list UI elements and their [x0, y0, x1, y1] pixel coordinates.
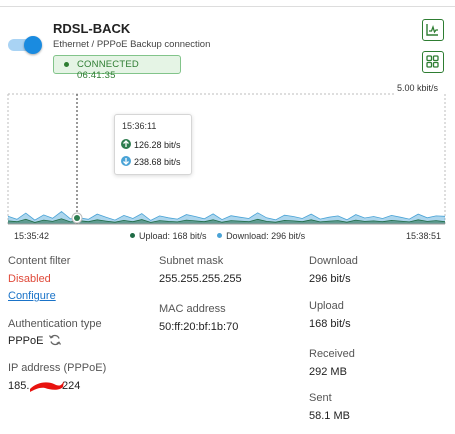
legend-upload: Upload: 168 bit/s [139, 231, 207, 241]
auth-type-label: Authentication type [8, 318, 102, 330]
received-label: Received [309, 348, 355, 360]
received-value: 292 MB [309, 366, 347, 378]
top-divider [0, 6, 455, 7]
connection-description: Ethernet / PPPoE Backup connection [53, 39, 211, 50]
content-filter-label: Content filter [8, 255, 71, 267]
chart-x-end-label: 15:38:51 [406, 231, 442, 241]
sent-value: 58.1 MB [309, 410, 350, 422]
ip-address-prefix: 185. [8, 380, 30, 392]
traffic-chart[interactable] [0, 82, 455, 230]
line-chart-icon [426, 24, 438, 36]
tooltip-time: 15:36:11 [122, 121, 157, 131]
status-text: CONNECTED 06:41:35 [77, 59, 139, 81]
download-value: 296 bit/s [309, 273, 351, 285]
sent-label: Sent [309, 392, 332, 404]
redaction-mark [30, 381, 64, 392]
status-dot-icon [64, 62, 69, 67]
subnet-mask-label: Subnet mask [159, 255, 224, 267]
connection-name: RDSL-BACK [53, 21, 131, 36]
upload-label: Upload [309, 300, 344, 312]
hover-marker [74, 215, 80, 221]
grid-view-icon [426, 55, 439, 68]
legend-download: Download: 296 bit/s [226, 231, 306, 241]
upload-value: 168 bit/s [309, 318, 351, 330]
ip-address-label: IP address (PPPoE) [8, 362, 107, 374]
tooltip-upload-value: 126.28 bit/s [134, 140, 181, 150]
arrow-up-icon [121, 139, 131, 149]
refresh-icon[interactable] [48, 333, 62, 352]
tooltip-download-value: 238.68 bit/s [134, 157, 181, 167]
tooltip-upload-row: 126.28 bit/s [121, 139, 181, 150]
content-filter-value: Disabled [8, 273, 51, 285]
tooltip-download-row: 238.68 bit/s [121, 156, 181, 167]
mac-address-label: MAC address [159, 303, 226, 315]
connection-toggle[interactable] [8, 36, 42, 54]
mac-address-value: 50:ff:20:bf:1b:70 [159, 321, 239, 333]
download-legend-dot [217, 233, 223, 238]
grid-view-button[interactable] [422, 51, 444, 73]
upload-legend-dot [130, 233, 135, 238]
toggle-knob [24, 36, 42, 54]
subnet-mask-value: 255.255.255.255 [159, 273, 242, 285]
chart-view-button[interactable] [422, 19, 444, 41]
chart-max-label: 5.00 kbit/s [397, 83, 439, 93]
auth-type-value: PPPoE [8, 335, 44, 347]
status-badge: CONNECTED 06:41:35 [53, 55, 181, 81]
chart-x-start-label: 15:35:42 [14, 231, 50, 241]
arrow-down-icon [121, 156, 131, 166]
configure-link[interactable]: Configure [8, 290, 56, 302]
download-label: Download [309, 255, 358, 267]
chart-tooltip: 15:36:11 126.28 bit/s 238.68 bit/s [114, 114, 192, 175]
chart-legend: Upload: 168 bit/s Download: 296 bit/s [130, 231, 305, 241]
